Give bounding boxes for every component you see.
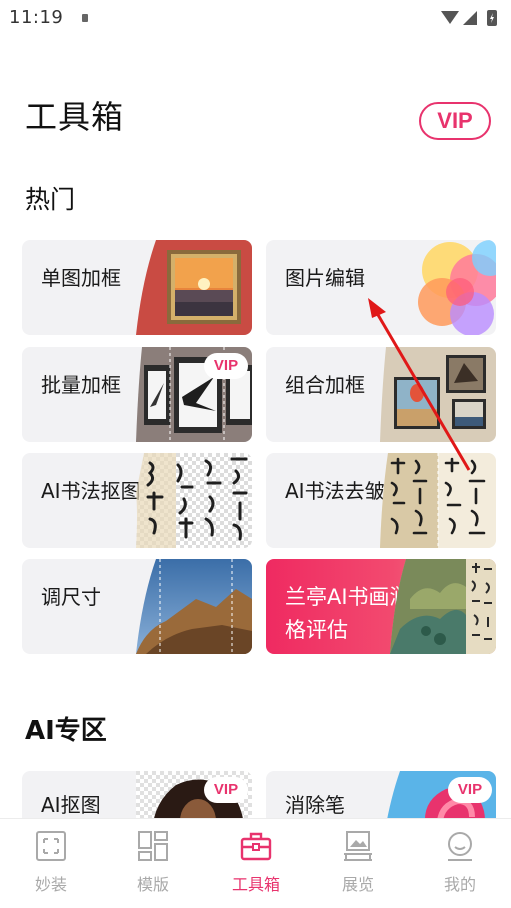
frame-icon bbox=[36, 831, 66, 861]
toolbox-icon bbox=[240, 832, 272, 861]
tool-card-resize[interactable]: 调尺寸 bbox=[22, 559, 252, 654]
tool-card-label: 批量加框 bbox=[41, 373, 121, 397]
nav-label: 模版 bbox=[136, 875, 169, 894]
tool-card-label: 组合加框 bbox=[285, 373, 365, 397]
tool-card-label: 图片编辑 bbox=[285, 266, 365, 290]
nav-item-toolbox[interactable]: 工具箱 bbox=[216, 829, 296, 899]
nav-label: 展览 bbox=[341, 875, 374, 894]
resize-thumbnail bbox=[136, 559, 252, 654]
tool-card-batch-frame[interactable]: 批量加框 VIP bbox=[22, 347, 252, 442]
vip-button[interactable]: VIP bbox=[419, 102, 491, 140]
tool-card-lanting-ai-appraisal[interactable]: 兰亭AI书画润格评估 bbox=[266, 559, 496, 654]
nav-label: 我的 bbox=[443, 875, 476, 894]
signal-battery-icons bbox=[441, 10, 497, 26]
vip-badge: VIP bbox=[204, 353, 248, 379]
framed-sunset-thumbnail bbox=[136, 240, 252, 335]
profile-icon bbox=[448, 832, 472, 861]
calligraphy-dewrinkle-thumbnail bbox=[380, 453, 496, 548]
nav-label: 妙装 bbox=[34, 875, 67, 894]
nav-label: 工具箱 bbox=[231, 875, 280, 894]
notification-icon bbox=[82, 14, 88, 22]
calligraphy-cutout-thumbnail bbox=[136, 453, 252, 548]
template-icon bbox=[138, 831, 168, 861]
status-bar: 11:19 bbox=[0, 0, 511, 36]
tool-card-label: 调尺寸 bbox=[41, 585, 101, 609]
tool-card-label: 单图加框 bbox=[41, 266, 121, 290]
colorful-petals-thumbnail bbox=[418, 240, 496, 335]
section-title-ai-zone: AI专区 bbox=[25, 716, 107, 746]
tool-card-label: AI书法去皱 bbox=[285, 479, 385, 503]
vip-badge: VIP bbox=[448, 777, 492, 803]
combo-frames-thumbnail bbox=[380, 347, 496, 442]
exhibition-icon bbox=[344, 831, 372, 861]
tool-card-image-edit[interactable]: 图片编辑 bbox=[266, 240, 496, 335]
nav-item-frame[interactable]: 妙装 bbox=[11, 829, 91, 899]
tool-card-single-frame[interactable]: 单图加框 bbox=[22, 240, 252, 335]
tool-card-ai-calligraphy-dewrinkle[interactable]: AI书法去皱 bbox=[266, 453, 496, 548]
page-title: 工具箱 bbox=[25, 98, 125, 136]
tool-card-label: AI书法抠图 bbox=[41, 479, 141, 503]
tool-card-combo-frame[interactable]: 组合加框 bbox=[266, 347, 496, 442]
section-title-hot: 热门 bbox=[25, 185, 76, 214]
nav-item-profile[interactable]: 我的 bbox=[420, 829, 500, 899]
status-time: 11:19 bbox=[9, 7, 64, 28]
nav-item-template[interactable]: 模版 bbox=[113, 829, 193, 899]
bottom-nav: 妙装 模版 工具箱 展览 我的 bbox=[0, 818, 511, 908]
nav-item-exhibition[interactable]: 展览 bbox=[318, 829, 398, 899]
vip-badge: VIP bbox=[204, 777, 248, 803]
landscape-painting-thumbnail bbox=[390, 559, 496, 654]
tool-card-ai-calligraphy-cutout[interactable]: AI书法抠图 bbox=[22, 453, 252, 548]
